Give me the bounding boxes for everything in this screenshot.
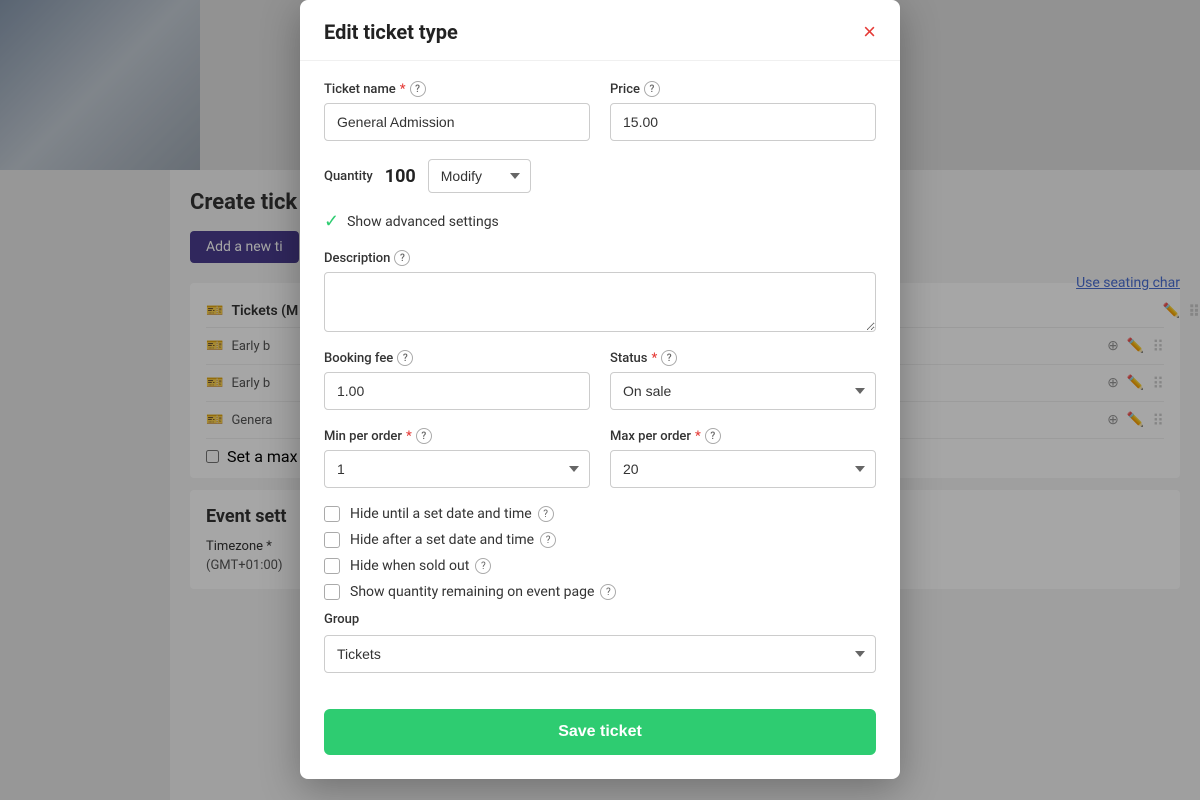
- edit-ticket-modal: Edit ticket type × Ticket name * ? Price: [300, 0, 900, 779]
- min-help-icon[interactable]: ?: [416, 428, 432, 444]
- description-label: Description ?: [324, 250, 876, 266]
- hide-after-checkbox[interactable]: [324, 532, 340, 548]
- advanced-settings-checkmark: ✓: [324, 211, 339, 232]
- status-help-icon[interactable]: ?: [661, 350, 677, 366]
- quantity-row: Quantity 100 Modify Set Unlimited: [324, 159, 876, 193]
- description-group: Description ?: [324, 250, 876, 332]
- modal-footer: Save ticket: [300, 693, 900, 779]
- hide-until-checkbox[interactable]: [324, 506, 340, 522]
- hide-sold-out-help-icon[interactable]: ?: [475, 558, 491, 574]
- quantity-label: Quantity: [324, 169, 373, 184]
- hide-sold-out-checkbox[interactable]: [324, 558, 340, 574]
- hide-sold-out-item: Hide when sold out ?: [324, 558, 876, 574]
- booking-fee-help-icon[interactable]: ?: [397, 350, 413, 366]
- close-modal-button[interactable]: ×: [863, 21, 876, 43]
- price-input[interactable]: [610, 103, 876, 141]
- checkbox-group: Hide until a set date and time ? Hide af…: [324, 506, 876, 600]
- booking-fee-input[interactable]: [324, 372, 590, 410]
- status-select[interactable]: On sale Off sale Sold out Hidden: [610, 372, 876, 410]
- price-help-icon[interactable]: ?: [644, 81, 660, 97]
- advanced-settings-row: ✓ Show advanced settings: [324, 211, 876, 232]
- min-per-order-group: Min per order * ? 1 2 3: [324, 428, 590, 488]
- max-per-order-select[interactable]: 20 10 25: [610, 450, 876, 488]
- ticket-name-help-icon[interactable]: ?: [410, 81, 426, 97]
- quantity-value: 100: [385, 166, 416, 187]
- hide-until-item: Hide until a set date and time ?: [324, 506, 876, 522]
- status-label: Status * ?: [610, 350, 876, 366]
- max-per-order-label: Max per order * ?: [610, 428, 876, 444]
- hide-after-item: Hide after a set date and time ?: [324, 532, 876, 548]
- min-max-row: Min per order * ? 1 2 3 Max per order * …: [324, 428, 876, 488]
- save-ticket-button[interactable]: Save ticket: [324, 709, 876, 755]
- hide-sold-out-label: Hide when sold out ?: [350, 558, 491, 574]
- group-section: Group Tickets VIP General: [324, 612, 876, 673]
- show-quantity-checkbox[interactable]: [324, 584, 340, 600]
- status-group: Status * ? On sale Off sale Sold out Hid…: [610, 350, 876, 410]
- status-required: *: [651, 351, 657, 366]
- max-help-icon[interactable]: ?: [705, 428, 721, 444]
- name-price-row: Ticket name * ? Price ?: [324, 81, 876, 141]
- advanced-settings-label[interactable]: Show advanced settings: [347, 214, 499, 230]
- group-select[interactable]: Tickets VIP General: [324, 635, 876, 673]
- price-group: Price ?: [610, 81, 876, 141]
- description-input[interactable]: [324, 272, 876, 332]
- hide-until-label: Hide until a set date and time ?: [350, 506, 554, 522]
- hide-after-label: Hide after a set date and time ?: [350, 532, 556, 548]
- max-required: *: [695, 429, 701, 444]
- booking-fee-label: Booking fee ?: [324, 350, 590, 366]
- booking-status-row: Booking fee ? Status * ? On sale Off sal…: [324, 350, 876, 410]
- booking-fee-group: Booking fee ?: [324, 350, 590, 410]
- hide-until-help-icon[interactable]: ?: [538, 506, 554, 522]
- price-label: Price ?: [610, 81, 876, 97]
- max-per-order-group: Max per order * ? 20 10 25: [610, 428, 876, 488]
- modal-header: Edit ticket type ×: [300, 0, 900, 61]
- description-help-icon[interactable]: ?: [394, 250, 410, 266]
- min-per-order-label: Min per order * ?: [324, 428, 590, 444]
- modal-body: Ticket name * ? Price ? Quantity: [300, 61, 900, 693]
- show-quantity-item: Show quantity remaining on event page ?: [324, 584, 876, 600]
- ticket-name-input[interactable]: [324, 103, 590, 141]
- show-quantity-label: Show quantity remaining on event page ?: [350, 584, 616, 600]
- show-quantity-help-icon[interactable]: ?: [600, 584, 616, 600]
- ticket-name-group: Ticket name * ?: [324, 81, 590, 141]
- ticket-name-required: *: [400, 82, 406, 97]
- ticket-name-label: Ticket name * ?: [324, 81, 590, 97]
- quantity-select[interactable]: Modify Set Unlimited: [428, 159, 531, 193]
- modal-title: Edit ticket type: [324, 20, 458, 44]
- min-required: *: [406, 429, 412, 444]
- group-label: Group: [324, 612, 876, 627]
- hide-after-help-icon[interactable]: ?: [540, 532, 556, 548]
- min-per-order-select[interactable]: 1 2 3: [324, 450, 590, 488]
- modal-overlay: Edit ticket type × Ticket name * ? Price: [0, 0, 1200, 800]
